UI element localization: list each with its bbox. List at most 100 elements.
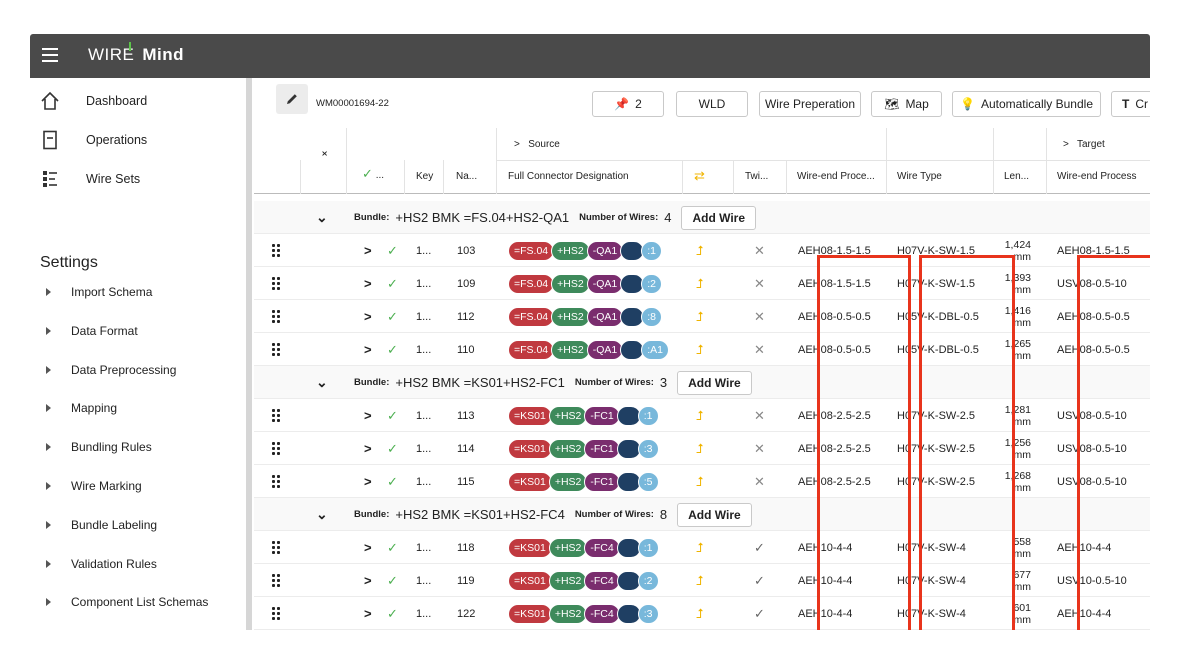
wire-type-column-header[interactable]: Wire Type	[897, 171, 942, 182]
connector-designation[interactable]: =KS01 +HS2 -FC1:5	[508, 465, 659, 498]
expand-collapse-all-icon[interactable]: ⌄ ⌃	[320, 146, 329, 164]
settings-item-data-preprocessing[interactable]: Data Preprocessing	[46, 358, 246, 382]
sidebar-item-dashboard[interactable]: Dashboard	[40, 86, 240, 116]
chevron-right-icon[interactable]: >	[364, 597, 372, 630]
chevron-right-icon[interactable]: >	[364, 531, 372, 564]
direction-arrow-icon[interactable]: ⮥	[696, 300, 704, 333]
settings-item-connection-mapping[interactable]: Connection Mapping	[46, 629, 246, 630]
chevron-down-icon[interactable]: ⌄	[316, 366, 328, 399]
drag-handle-icon[interactable]	[272, 399, 282, 432]
table-row[interactable]: > ✓ 1... 112 =FS.04 +HS2 -QA1:8 ⮥ ✕ AEH08-0.5-0.5…	[254, 300, 1150, 333]
table-row[interactable]: > ✓ 1... 114 =KS01 +HS2 -FC1:3 ⮥ ✕ AEH08-2.5-2.5 H…	[254, 432, 1150, 465]
direction-arrow-icon[interactable]: ⮥	[696, 465, 704, 498]
twisted-x-icon[interactable]: ✕	[754, 267, 765, 300]
direction-arrow-icon[interactable]: ⮥	[696, 432, 704, 465]
table-row[interactable]: > ✓ 1... 119 =KS01 +HS2 -FC4:2 ⮥ ✓ AEH10-4-4 H07V-…	[254, 564, 1150, 597]
settings-item-component-list-schemas[interactable]: Component List Schemas	[46, 590, 246, 614]
source-group-header[interactable]: > Source	[514, 139, 560, 150]
table-row[interactable]: > ✓ 1... 118 =KS01 +HS2 -FC4:1 ⮥ ✓ AEH10-4-4 H07V-…	[254, 531, 1150, 564]
twisted-check-icon[interactable]: ✓	[754, 564, 765, 597]
connector-designation[interactable]: =KS01 +HS2 -FC1:3	[508, 432, 659, 465]
settings-item-import-schema[interactable]: Import Schema	[46, 280, 246, 304]
twisted-x-icon[interactable]: ✕	[754, 465, 765, 498]
table-row[interactable]: > ✓ 1... 110 =FS.04 +HS2 -QA1:A1 ⮥ ✕ AEH08-0.5-0.…	[254, 333, 1150, 366]
settings-item-bundle-labeling[interactable]: Bundle Labeling	[46, 513, 246, 537]
table-row[interactable]: > ✓ 1... 103 =FS.04 +HS2 -QA1:1 ⮥ ✕ AEH08-1.5-1.5…	[254, 234, 1150, 267]
drag-handle-icon[interactable]	[272, 267, 282, 300]
add-wire-button[interactable]: Add Wire	[677, 370, 752, 395]
table-row[interactable]: > ✓ 1... 109 =FS.04 +HS2 -QA1:2 ⮥ ✕ AEH08-1.5-1.5…	[254, 267, 1150, 300]
twisted-x-icon[interactable]: ✕	[754, 234, 765, 267]
chevron-right-icon[interactable]: >	[364, 267, 372, 300]
chevron-right-icon[interactable]: >	[364, 234, 372, 267]
name-column-header[interactable]: Na...	[456, 171, 477, 182]
wire-end-target-column-header[interactable]: Wire-end Process	[1057, 171, 1136, 182]
twisted-x-icon[interactable]: ✕	[754, 333, 765, 366]
drag-handle-icon[interactable]	[272, 333, 282, 366]
table-row[interactable]: > ✓ 1... 115 =KS01 +HS2 -FC1:5 ⮥ ✕ AEH08-2.5-2.5 H…	[254, 465, 1150, 498]
table-row[interactable]: > ✓ 1... 122 =KS01 +HS2 -FC4:3 ⮥ ✓ AEH10-4-4 H07V-…	[254, 597, 1150, 630]
chevron-right-icon[interactable]: >	[364, 564, 372, 597]
direction-arrow-icon[interactable]: ⮥	[696, 531, 704, 564]
chevron-right-icon[interactable]: >	[364, 300, 372, 333]
menu-icon[interactable]	[42, 48, 58, 62]
wire-preparation-button[interactable]: Wire Preperation	[759, 91, 861, 117]
connector-designation[interactable]: =KS01 +HS2 -FC4:2	[508, 564, 659, 597]
drag-handle-icon[interactable]	[272, 531, 282, 564]
add-wire-button[interactable]: Add Wire	[677, 502, 752, 527]
edit-button[interactable]	[276, 84, 308, 114]
settings-item-validation-rules[interactable]: Validation Rules	[46, 552, 246, 576]
settings-item-mapping[interactable]: Mapping	[46, 396, 246, 420]
swap-icon[interactable]: ⇄	[694, 168, 705, 184]
drag-handle-icon[interactable]	[272, 564, 282, 597]
drag-handle-icon[interactable]	[272, 597, 282, 630]
connector-designation[interactable]: =KS01 +HS2 -FC1:1	[508, 399, 659, 432]
text-button[interactable]: T Cr	[1111, 91, 1150, 117]
direction-arrow-icon[interactable]: ⮥	[696, 597, 704, 630]
settings-item-wire-marking[interactable]: Wire Marking	[46, 474, 246, 498]
connector-designation[interactable]: =FS.04 +HS2 -QA1:1	[508, 234, 662, 267]
chevron-down-icon[interactable]: ⌄	[316, 201, 328, 234]
wire-end-source-column-header[interactable]: Wire-end Proce...	[797, 171, 875, 182]
twisted-check-icon[interactable]: ✓	[754, 531, 765, 564]
connector-column-header[interactable]: Full Connector Designation	[508, 171, 629, 182]
chevron-right-icon[interactable]: >	[364, 432, 372, 465]
direction-arrow-icon[interactable]: ⮥	[696, 267, 704, 300]
sidebar-item-operations[interactable]: Operations	[40, 125, 240, 155]
chevron-right-icon[interactable]: >	[364, 399, 372, 432]
chevron-right-icon[interactable]: >	[364, 333, 372, 366]
target-group-header[interactable]: > Target	[1063, 139, 1105, 150]
key-column-header[interactable]: Key	[416, 171, 433, 182]
drag-handle-icon[interactable]	[272, 234, 282, 267]
connector-designation[interactable]: =KS01 +HS2 -FC4:1	[508, 531, 659, 564]
connector-designation[interactable]: =FS.04 +HS2 -QA1:8	[508, 300, 662, 333]
drag-handle-icon[interactable]	[272, 300, 282, 333]
direction-arrow-icon[interactable]: ⮥	[696, 234, 704, 267]
settings-item-data-format[interactable]: Data Format	[46, 319, 246, 343]
check-column-header[interactable]: ✓ ...	[362, 166, 384, 182]
drag-handle-icon[interactable]	[272, 465, 282, 498]
twisted-x-icon[interactable]: ✕	[754, 300, 765, 333]
sidebar-item-wire-sets[interactable]: Wire Sets	[40, 164, 240, 194]
length-column-header[interactable]: Len...	[1004, 171, 1029, 182]
sidebar-scrollbar[interactable]	[246, 78, 252, 630]
twisted-x-icon[interactable]: ✕	[754, 399, 765, 432]
chevron-right-icon[interactable]: >	[364, 465, 372, 498]
direction-arrow-icon[interactable]: ⮥	[696, 564, 704, 597]
connector-designation[interactable]: =FS.04 +HS2 -QA1:A1	[508, 333, 669, 366]
direction-arrow-icon[interactable]: ⮥	[696, 333, 704, 366]
add-wire-button[interactable]: Add Wire	[681, 205, 757, 230]
pin-button[interactable]: 📌 2	[592, 91, 664, 117]
settings-item-bundling-rules[interactable]: Bundling Rules	[46, 435, 246, 459]
direction-arrow-icon[interactable]: ⮥	[696, 399, 704, 432]
map-button[interactable]: 🗺 Map	[871, 91, 942, 117]
connector-designation[interactable]: =FS.04 +HS2 -QA1:2	[508, 267, 662, 300]
twist-column-header[interactable]: Twi...	[745, 171, 768, 182]
automatically-bundle-button[interactable]: 💡 Automatically Bundle	[952, 91, 1101, 117]
chevron-down-icon[interactable]: ⌄	[316, 498, 328, 531]
connector-designation[interactable]: =KS01 +HS2 -FC4:3	[508, 597, 659, 630]
twisted-x-icon[interactable]: ✕	[754, 432, 765, 465]
wld-button[interactable]: WLD	[676, 91, 748, 117]
drag-handle-icon[interactable]	[272, 432, 282, 465]
twisted-check-icon[interactable]: ✓	[754, 597, 765, 630]
